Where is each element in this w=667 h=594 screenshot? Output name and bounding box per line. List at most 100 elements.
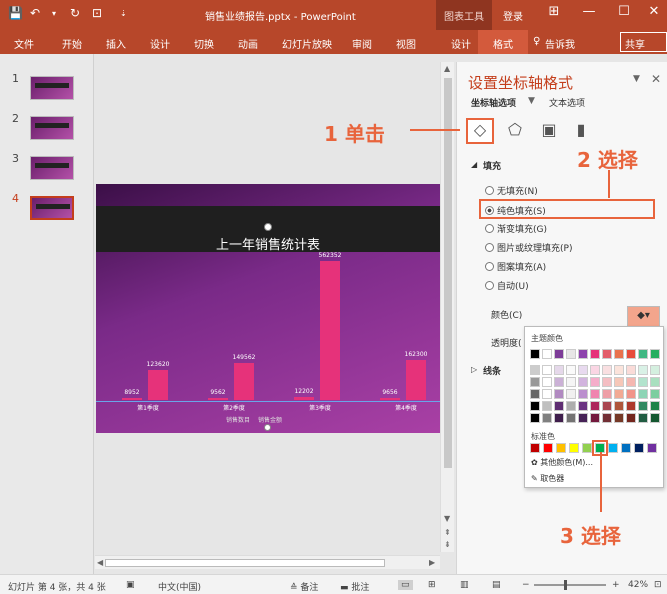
- tab-file[interactable]: 文件: [14, 36, 34, 51]
- notes-button[interactable]: ≙ 备注: [290, 580, 318, 593]
- theme-shade-swatch[interactable]: [578, 389, 588, 399]
- theme-shade-swatch[interactable]: [566, 401, 576, 411]
- customize-toolbar-icon[interactable]: ⇣: [120, 9, 127, 18]
- theme-shade-swatch[interactable]: [590, 377, 600, 387]
- line-section-header[interactable]: 线条: [483, 364, 501, 377]
- scroll-down-icon[interactable]: ▼: [444, 514, 450, 523]
- theme-color-swatch[interactable]: [626, 349, 636, 359]
- close-icon[interactable]: ✕: [640, 4, 667, 19]
- theme-shade-swatch[interactable]: [614, 377, 624, 387]
- pane-options-icon[interactable]: ▼: [633, 74, 640, 84]
- theme-shade-swatch[interactable]: [650, 377, 660, 387]
- theme-shade-swatch[interactable]: [542, 413, 552, 423]
- language-indicator[interactable]: 中文(中国): [158, 580, 201, 593]
- tab-insert[interactable]: 插入: [106, 36, 126, 51]
- theme-shade-swatch[interactable]: [530, 401, 540, 411]
- chart-bar[interactable]: [380, 398, 400, 400]
- slide-thumbnail-1[interactable]: [30, 76, 74, 100]
- login-link[interactable]: 登录: [503, 8, 523, 23]
- slide-sorter-icon[interactable]: ⊞: [428, 580, 436, 590]
- theme-shade-swatch[interactable]: [602, 377, 612, 387]
- theme-shade-swatch[interactable]: [566, 377, 576, 387]
- fit-slide-icon[interactable]: ⊡: [654, 580, 662, 590]
- zoom-slider-thumb[interactable]: [564, 580, 567, 590]
- theme-shade-swatch[interactable]: [650, 413, 660, 423]
- tab-view[interactable]: 视图: [396, 36, 416, 51]
- theme-color-swatch[interactable]: [614, 349, 624, 359]
- prev-slide-icon[interactable]: ⇞: [444, 528, 451, 537]
- tab-animations[interactable]: 动画: [238, 36, 258, 51]
- normal-view-icon[interactable]: ▭: [398, 580, 413, 590]
- chart-bar[interactable]: [406, 360, 426, 400]
- theme-shade-swatch[interactable]: [590, 365, 600, 375]
- chart-bar[interactable]: [320, 261, 340, 400]
- undo-dropdown-icon[interactable]: ▾: [52, 9, 56, 18]
- theme-color-swatch[interactable]: [554, 349, 564, 359]
- share-button[interactable]: 共享: [620, 32, 667, 52]
- theme-shade-swatch[interactable]: [578, 377, 588, 387]
- undo-icon[interactable]: ↶: [30, 6, 40, 20]
- radio-button[interactable]: [485, 243, 494, 252]
- theme-color-swatch[interactable]: [542, 349, 552, 359]
- theme-shade-swatch[interactable]: [530, 377, 540, 387]
- slideshow-icon[interactable]: ▤: [492, 580, 501, 590]
- standard-color-swatch[interactable]: [621, 443, 631, 453]
- tab-axis-options[interactable]: 坐标轴选项: [471, 96, 516, 109]
- present-icon[interactable]: ⊡: [92, 6, 102, 20]
- resize-handle[interactable]: [264, 424, 271, 431]
- expand-line-icon[interactable]: ▷: [471, 365, 477, 374]
- radio-button[interactable]: [485, 186, 494, 195]
- theme-shade-swatch[interactable]: [590, 389, 600, 399]
- vertical-scrollbar[interactable]: ▲ ▼ ⇞ ⇟: [440, 62, 454, 552]
- theme-shade-swatch[interactable]: [614, 401, 624, 411]
- more-colors-option[interactable]: ✿ 其他颜色(M)...: [531, 457, 593, 468]
- zoom-level[interactable]: 42%: [628, 580, 648, 590]
- maximize-icon[interactable]: ☐: [610, 4, 638, 19]
- fill-color-button[interactable]: ◆▾: [627, 306, 660, 328]
- theme-shade-swatch[interactable]: [578, 401, 588, 411]
- theme-shade-swatch[interactable]: [590, 413, 600, 423]
- theme-shade-swatch[interactable]: [626, 389, 636, 399]
- radio-button[interactable]: [485, 224, 494, 233]
- chart-bar[interactable]: [294, 397, 314, 400]
- radio-pattern-fill[interactable]: 图案填充(A): [485, 260, 546, 273]
- radio-button[interactable]: [485, 281, 494, 290]
- theme-shade-swatch[interactable]: [614, 365, 624, 375]
- chart-bar[interactable]: [234, 363, 254, 400]
- scroll-right-icon[interactable]: ▶: [429, 558, 435, 567]
- theme-shade-swatch[interactable]: [530, 389, 540, 399]
- standard-color-swatch[interactable]: [582, 443, 592, 453]
- redo-icon[interactable]: ↻: [70, 6, 80, 20]
- theme-shade-swatch[interactable]: [530, 413, 540, 423]
- theme-shade-swatch[interactable]: [602, 365, 612, 375]
- radio-no-fill[interactable]: 无填充(N): [485, 184, 538, 197]
- theme-shade-swatch[interactable]: [566, 365, 576, 375]
- theme-shade-swatch[interactable]: [554, 389, 564, 399]
- radio-automatic[interactable]: 自动(U): [485, 279, 529, 292]
- theme-color-swatch[interactable]: [566, 349, 576, 359]
- spell-check-icon[interactable]: ▣: [126, 580, 135, 590]
- radio-button[interactable]: [485, 262, 494, 271]
- theme-shade-swatch[interactable]: [578, 365, 588, 375]
- theme-shade-swatch[interactable]: [650, 389, 660, 399]
- comments-button[interactable]: ▬ 批注: [340, 580, 369, 593]
- tab-home[interactable]: 开始: [62, 36, 82, 51]
- theme-shade-swatch[interactable]: [554, 413, 564, 423]
- pane-close-icon[interactable]: ✕: [651, 72, 661, 86]
- ribbon-options-icon[interactable]: ⊞: [540, 4, 568, 19]
- axis-options-icon[interactable]: ▮: [569, 120, 593, 142]
- theme-shade-swatch[interactable]: [626, 377, 636, 387]
- theme-shade-swatch[interactable]: [554, 401, 564, 411]
- theme-shade-swatch[interactable]: [638, 365, 648, 375]
- horizontal-scrollbar[interactable]: ◀ ▶: [95, 555, 440, 569]
- theme-shade-swatch[interactable]: [530, 365, 540, 375]
- theme-shade-swatch[interactable]: [602, 401, 612, 411]
- theme-color-swatch[interactable]: [650, 349, 660, 359]
- theme-shade-swatch[interactable]: [638, 377, 648, 387]
- theme-shade-swatch[interactable]: [602, 413, 612, 423]
- standard-color-swatch[interactable]: [634, 443, 644, 453]
- standard-color-swatch[interactable]: [647, 443, 657, 453]
- tab-slideshow[interactable]: 幻灯片放映: [282, 36, 332, 51]
- theme-shade-swatch[interactable]: [650, 365, 660, 375]
- zoom-slider[interactable]: [534, 584, 606, 586]
